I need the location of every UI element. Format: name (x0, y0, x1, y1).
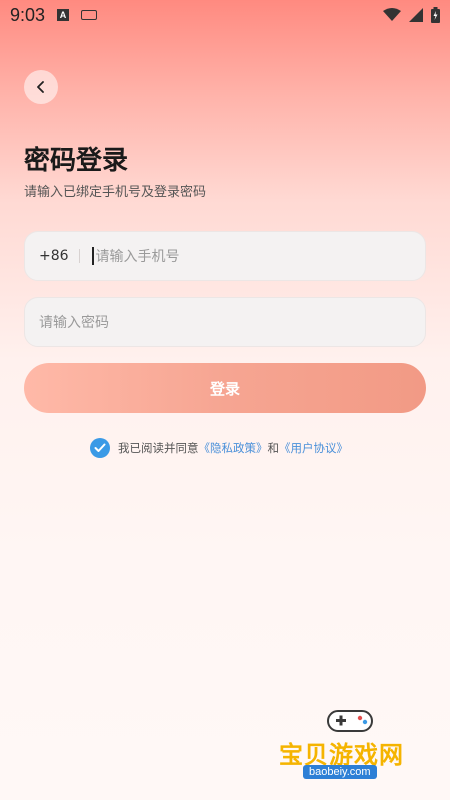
phone-field[interactable]: +86 请输入手机号 (24, 231, 426, 281)
gamepad-icon (327, 710, 373, 732)
agreement-prefix: 我已阅读并同意 (118, 441, 199, 455)
password-input[interactable]: 请输入密码 (39, 312, 109, 332)
status-bar: 9:03 A (0, 0, 450, 30)
agreement-row: 我已阅读并同意 《隐私政策》 和 《用户协议》 (90, 438, 348, 458)
login-button[interactable]: 登录 (24, 363, 426, 413)
field-divider (78, 249, 80, 263)
wifi-icon (383, 8, 401, 21)
password-field[interactable]: 请输入密码 (24, 297, 426, 347)
status-time: 9:03 (10, 4, 46, 25)
privacy-policy-link[interactable]: 《隐私政策》 (199, 440, 268, 456)
battery-icon (431, 7, 440, 23)
agreement-checkbox[interactable] (90, 438, 110, 458)
page-subtitle: 请输入已绑定手机号及登录密码 (24, 185, 207, 200)
country-code[interactable]: +86 (39, 248, 69, 264)
a-icon: A (57, 9, 70, 21)
agreement-connector: 和 (267, 441, 280, 455)
back-button[interactable] (24, 70, 58, 104)
user-agreement-link[interactable]: 《用户协议》 (279, 440, 348, 456)
watermark-url: baobeiy.com (303, 765, 377, 779)
page-title: 密码登录 (24, 146, 129, 176)
keyboard-icon (81, 10, 98, 20)
check-icon (94, 443, 106, 452)
signal-icon (409, 8, 423, 22)
chevron-left-icon (37, 81, 44, 93)
phone-input[interactable]: 请输入手机号 (96, 246, 180, 266)
text-caret (91, 247, 94, 265)
status-right (383, 7, 440, 23)
watermark-logo: 宝贝游戏网 baobeiy.com (275, 705, 425, 790)
